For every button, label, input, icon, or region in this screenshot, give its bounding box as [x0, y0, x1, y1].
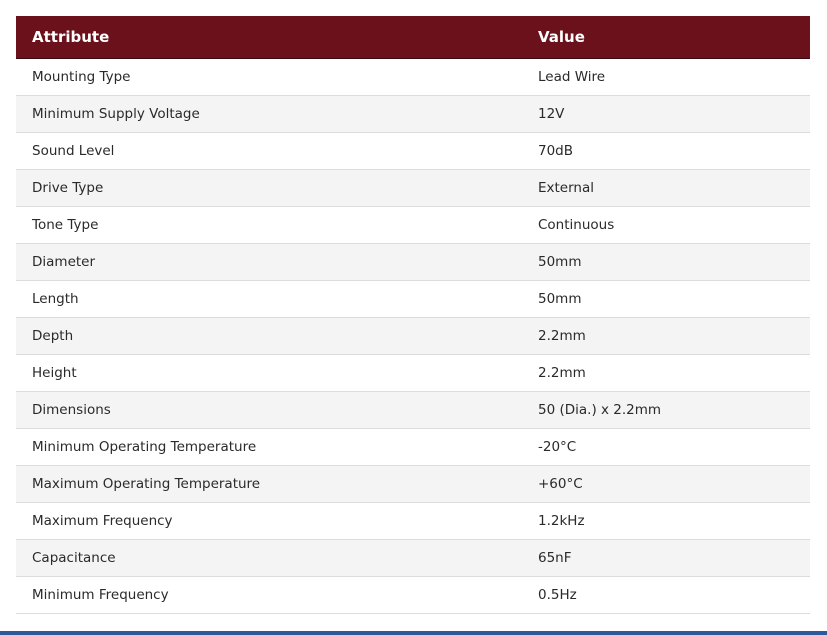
attribute-cell: Tone Type — [16, 206, 522, 244]
value-cell: 50 (Dia.) x 2.2mm — [522, 391, 810, 429]
attribute-cell: Maximum Operating Temperature — [16, 465, 522, 503]
value-cell: 50mm — [522, 243, 810, 281]
attribute-cell: Length — [16, 280, 522, 318]
table-row: Tone Type Continuous — [16, 206, 810, 244]
spec-table: Attribute Value Mounting Type Lead Wire Mi… — [16, 16, 810, 614]
value-cell: 50mm — [522, 280, 810, 318]
header-row: Attribute Value — [16, 16, 810, 59]
value-cell: 1.2kHz — [522, 502, 810, 540]
spec-table-header: Attribute Value — [16, 16, 810, 59]
value-cell: +60°C — [522, 465, 810, 503]
attribute-cell: Mounting Type — [16, 58, 522, 96]
attribute-cell: Drive Type — [16, 169, 522, 207]
value-cell: 2.2mm — [522, 354, 810, 392]
attribute-cell: Minimum Frequency — [16, 576, 522, 614]
attribute-cell: Minimum Supply Voltage — [16, 95, 522, 133]
attribute-cell: Depth — [16, 317, 522, 355]
table-row: Diameter 50mm — [16, 243, 810, 281]
attribute-cell: Maximum Frequency — [16, 502, 522, 540]
value-cell: 65nF — [522, 539, 810, 577]
value-cell: 0.5Hz — [522, 576, 810, 614]
attribute-cell: Capacitance — [16, 539, 522, 577]
table-row: Capacitance 65nF — [16, 539, 810, 577]
table-row: Height 2.2mm — [16, 354, 810, 392]
attribute-cell: Sound Level — [16, 132, 522, 170]
table-row: Mounting Type Lead Wire — [16, 58, 810, 96]
value-cell: Continuous — [522, 206, 810, 244]
value-cell: 70dB — [522, 132, 810, 170]
attribute-cell: Minimum Operating Temperature — [16, 428, 522, 466]
table-row: Minimum Supply Voltage 12V — [16, 95, 810, 133]
value-cell: 12V — [522, 95, 810, 133]
attribute-cell: Dimensions — [16, 391, 522, 429]
header-attribute: Attribute — [16, 16, 522, 59]
bottom-border-bar — [0, 631, 827, 635]
attribute-cell: Height — [16, 354, 522, 392]
table-row: Minimum Operating Temperature -20°C — [16, 428, 810, 466]
table-row: Dimensions 50 (Dia.) x 2.2mm — [16, 391, 810, 429]
table-row: Maximum Frequency 1.2kHz — [16, 502, 810, 540]
table-row: Length 50mm — [16, 280, 810, 318]
table-row: Drive Type External — [16, 169, 810, 207]
value-cell: -20°C — [522, 428, 810, 466]
spec-table-body: Mounting Type Lead Wire Minimum Supply Vol… — [16, 58, 810, 614]
table-row: Minimum Frequency 0.5Hz — [16, 576, 810, 614]
attribute-cell: Diameter — [16, 243, 522, 281]
value-cell: External — [522, 169, 810, 207]
table-row: Sound Level 70dB — [16, 132, 810, 170]
value-cell: 2.2mm — [522, 317, 810, 355]
header-value: Value — [522, 16, 810, 59]
table-row: Depth 2.2mm — [16, 317, 810, 355]
table-row: Maximum Operating Temperature +60°C — [16, 465, 810, 503]
value-cell: Lead Wire — [522, 58, 810, 96]
